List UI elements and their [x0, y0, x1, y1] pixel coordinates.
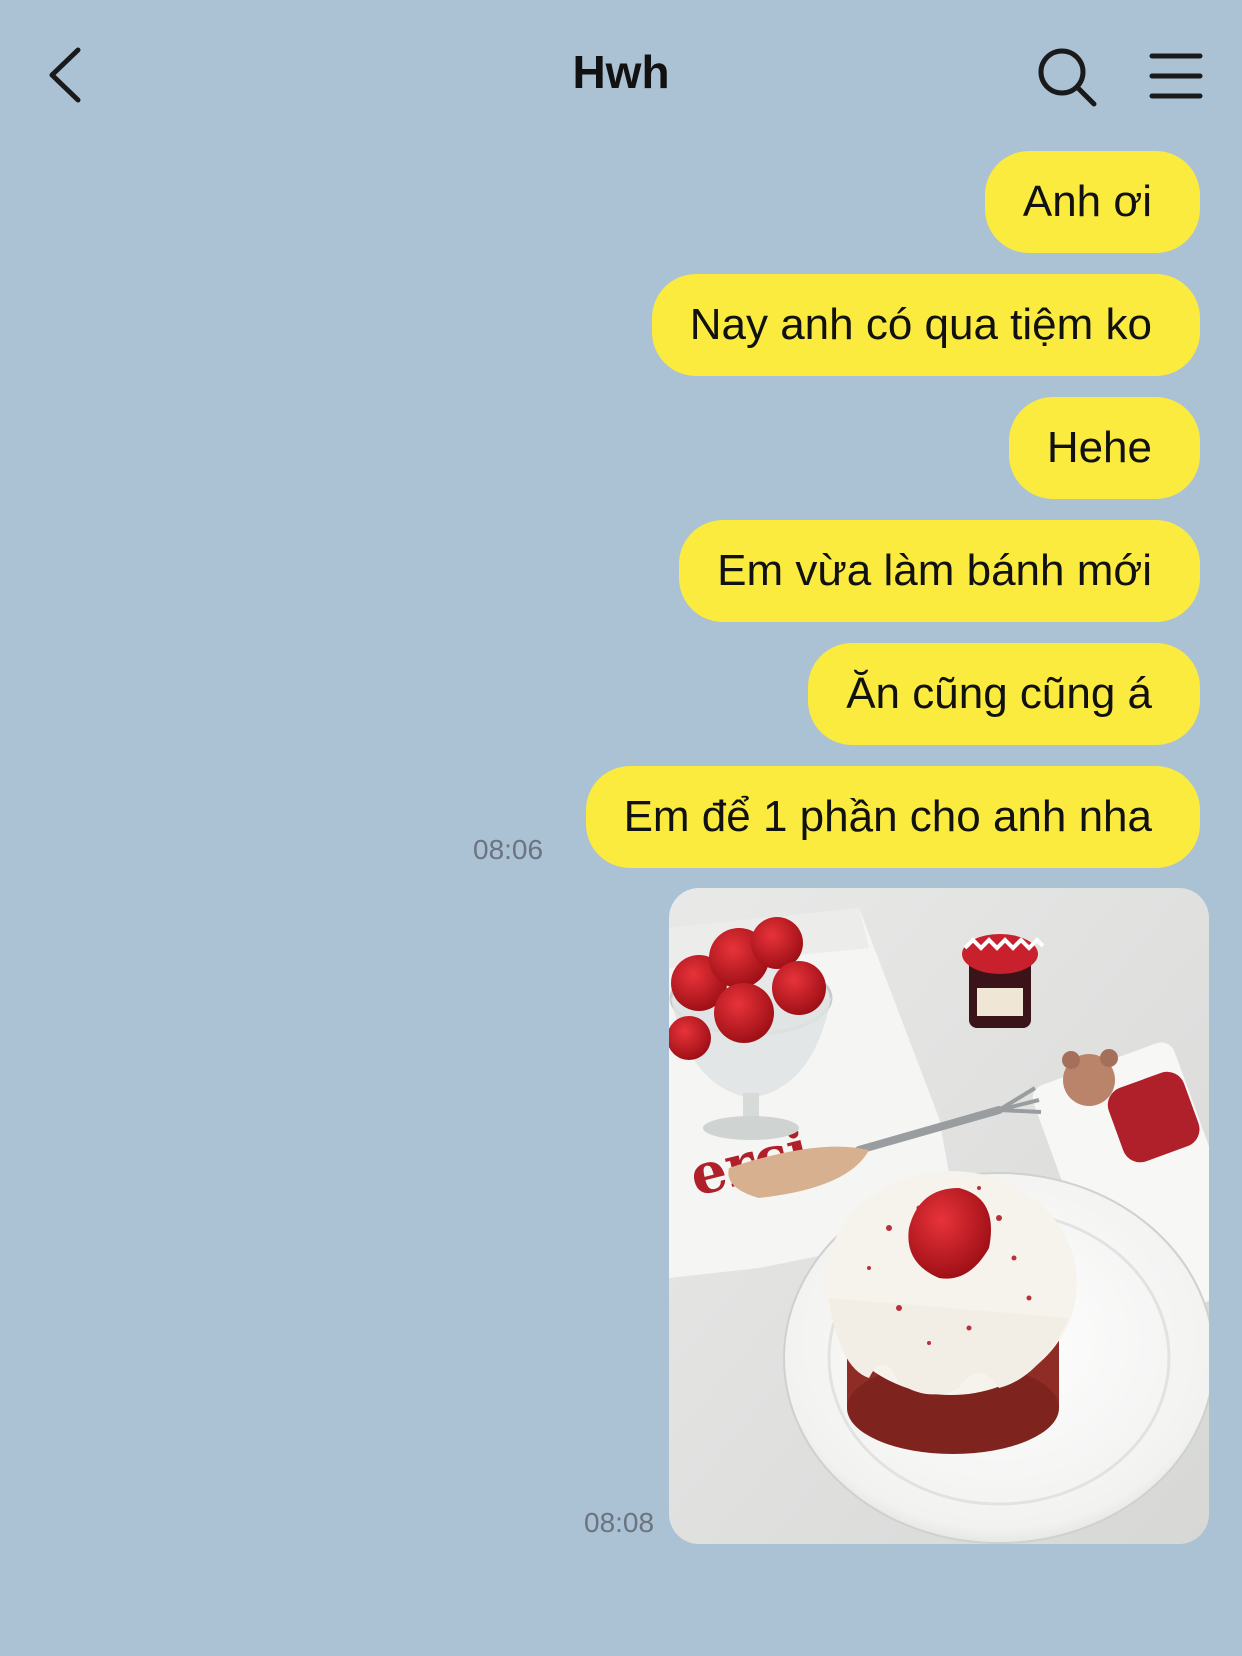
- message-text: Anh ơi: [1022, 177, 1152, 226]
- message-bubble[interactable]: Em để 1 phần cho anh nha: [585, 766, 1200, 868]
- message-text: Nay anh có qua tiệm ko: [689, 300, 1152, 349]
- cake-photo: erci: [669, 888, 1209, 1544]
- message-text: Em vừa làm bánh mới: [717, 546, 1152, 595]
- search-icon: [1038, 48, 1097, 107]
- message-text: Em để 1 phần cho anh nha: [623, 792, 1152, 841]
- message-bubble[interactable]: Hehe: [1008, 397, 1200, 499]
- message-bubble[interactable]: Anh ơi: [984, 151, 1200, 253]
- message-bubble[interactable]: Em vừa làm bánh mới: [679, 520, 1200, 622]
- message-bubble[interactable]: Nay anh có qua tiệm ko: [651, 274, 1200, 376]
- message-text: Ăn cũng cũng á: [846, 669, 1152, 718]
- photo-message[interactable]: erci: [669, 888, 1209, 1544]
- menu-button[interactable]: [1148, 50, 1204, 102]
- message-timestamp: 08:06: [473, 834, 544, 865]
- message-text: Hehe: [1046, 423, 1152, 472]
- chat-header: Hwh: [0, 0, 1242, 150]
- photo-timestamp: 08:08: [584, 1507, 655, 1538]
- hamburger-menu-icon: [1149, 53, 1203, 99]
- message-bubble[interactable]: Ăn cũng cũng á: [808, 643, 1200, 745]
- search-button[interactable]: [1036, 46, 1100, 110]
